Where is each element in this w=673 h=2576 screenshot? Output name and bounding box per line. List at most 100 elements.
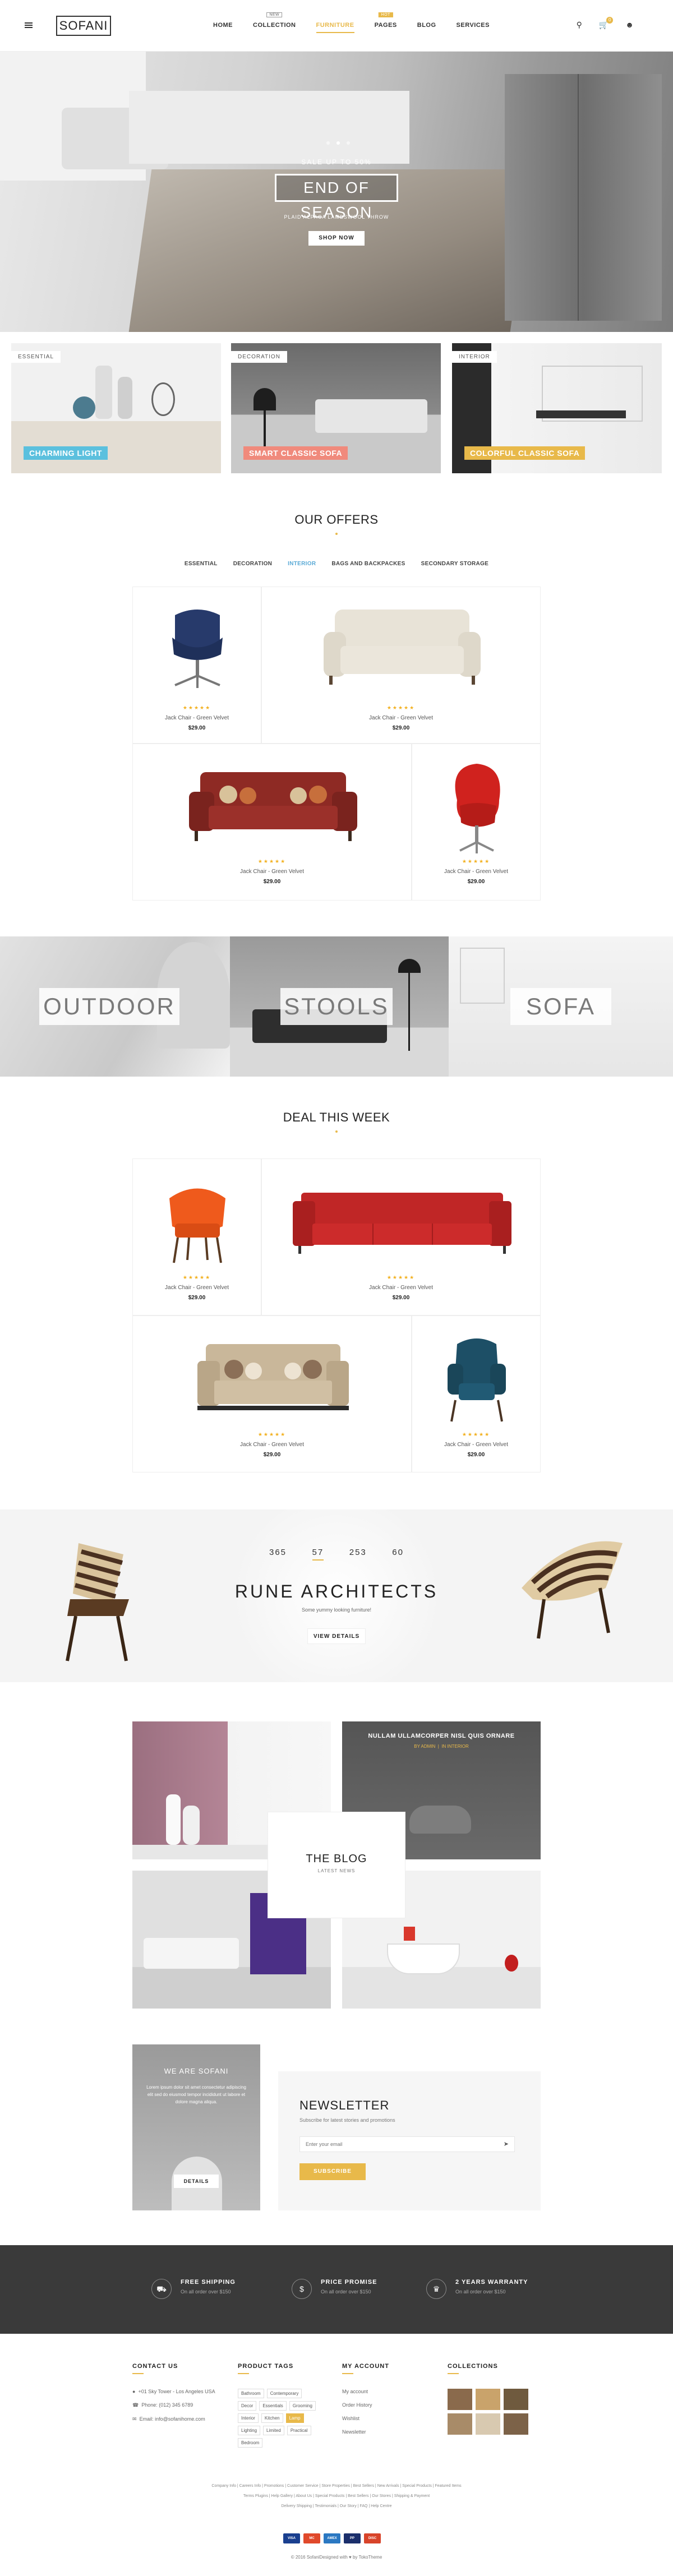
collection-thumb[interactable]	[476, 2389, 500, 2410]
product-price: $29.00	[467, 879, 485, 885]
send-icon[interactable]: ➤	[504, 2140, 509, 2148]
banner-interior[interactable]: INTERIOR COLORFUL CLASSIC SOFA	[452, 343, 662, 473]
site-logo[interactable]: SOFANI	[56, 16, 111, 36]
slider-dot[interactable]	[347, 141, 350, 145]
truck-icon: ⛟	[151, 2279, 172, 2299]
nav-furniture[interactable]: FURNITURE	[316, 22, 354, 33]
account-link[interactable]: Order History	[342, 2402, 389, 2408]
banner-decoration[interactable]: DECORATION SMART CLASSIC SOFA	[231, 343, 441, 473]
collection-thumb[interactable]	[504, 2389, 528, 2410]
about-card: WE ARE SOFANI Lorem ipsum dolor sit amet…	[132, 2044, 260, 2210]
nav-home[interactable]: HOME	[213, 22, 233, 29]
contact-email[interactable]: ✉ Email: info@sofanihome.com	[132, 2416, 215, 2422]
product-name[interactable]: Jack Chair - Green Velvet	[262, 1285, 540, 1291]
footer-heading: CONTACT US	[132, 2363, 215, 2374]
tag-item[interactable]: Grooming	[289, 2401, 316, 2411]
product-name[interactable]: Jack Chair - Green Velvet	[412, 1442, 540, 1448]
nav-pages[interactable]: HOT PAGES	[375, 12, 397, 29]
product-name[interactable]: Jack Chair - Green Velvet	[262, 715, 540, 721]
tag-item[interactable]: Bathroom	[238, 2389, 264, 2398]
collection-thumb[interactable]	[448, 2389, 472, 2410]
promo-subtitle: Some yummy looking furniture!	[301, 1607, 372, 1613]
cream-sofa-image	[324, 610, 481, 685]
tab-storage[interactable]: SECONDARY STORAGE	[421, 561, 489, 567]
tag-item[interactable]: Practical	[287, 2426, 311, 2435]
product-card[interactable]: ★★★★★ Jack Chair - Green Velvet $29.00	[132, 1315, 412, 1472]
rating-stars: ★★★★★	[462, 858, 491, 864]
product-card[interactable]: ★★★★★ Jack Chair - Green Velvet $29.00	[132, 1158, 261, 1315]
collection-thumb[interactable]	[504, 2413, 528, 2435]
newsletter-email-input[interactable]	[300, 2137, 491, 2152]
product-card[interactable]: ★★★★★ Jack Chair - Green Velvet $29.00	[132, 587, 261, 744]
rating-stars: ★★★★★	[257, 1432, 287, 1437]
product-card[interactable]: ★★★★★ Jack Chair - Green Velvet $29.00	[412, 1315, 541, 1472]
tag-item[interactable]: Lighting	[238, 2426, 261, 2435]
tag-item[interactable]: Essentials	[259, 2401, 287, 2411]
nav-collection[interactable]: NEW COLLECTION	[253, 12, 296, 29]
tag-item[interactable]: Decor	[238, 2401, 257, 2411]
tag-item[interactable]: Interior	[238, 2413, 259, 2423]
tab-decoration[interactable]: DECORATION	[233, 561, 272, 567]
footer-links: Company Info | Careers Info | Promotions…	[168, 2481, 505, 2512]
banner-essential[interactable]: ESSENTIAL CHARMING LIGHT	[11, 343, 221, 473]
contact-address: ● +01 Sky Tower - Los Angeles USA	[132, 2389, 215, 2394]
product-name[interactable]: Jack Chair - Green Velvet	[412, 869, 540, 875]
collection-thumb[interactable]	[448, 2413, 472, 2435]
shop-now-button[interactable]: SHOP NOW	[308, 231, 365, 246]
site-header: SOFANI HOME NEW COLLECTION FURNITURE HOT P…	[0, 0, 673, 52]
countdown: 365 57 253 60	[269, 1548, 404, 1561]
beige-sofa-image	[197, 1344, 349, 1410]
account-link[interactable]: My account	[342, 2389, 389, 2394]
product-name[interactable]: Jack Chair - Green Velvet	[133, 1442, 411, 1448]
cart-icon[interactable]: 🛒 0	[599, 17, 614, 30]
menu-icon[interactable]	[25, 22, 33, 28]
collection-thumb[interactable]	[476, 2413, 500, 2435]
product-card[interactable]: ★★★★★ Jack Chair - Green Velvet $29.00	[412, 744, 541, 901]
product-card[interactable]: ★★★★★ Jack Chair - Green Velvet $29.00	[261, 587, 541, 744]
about-details-button[interactable]: DETAILS	[174, 2175, 219, 2188]
copyright: © 2016 SofaniDesigned with ♥ by TokoThem…	[291, 2555, 382, 2560]
product-card[interactable]: ★★★★★ Jack Chair - Green Velvet $29.00	[261, 1158, 541, 1315]
nav-services[interactable]: SERVICES	[457, 22, 490, 29]
lamp-illustration	[398, 959, 421, 973]
product-card[interactable]: ★★★★★ Jack Chair - Green Velvet $29.00	[132, 744, 412, 901]
slider-dot[interactable]	[326, 141, 330, 145]
footer-heading: PRODUCT TAGS	[238, 2363, 319, 2374]
category-sofa[interactable]: SOFA	[449, 936, 673, 1077]
footer-link-row[interactable]: Terms Plugins | Help Gallery | About Us …	[168, 2491, 505, 2501]
tab-essential[interactable]: ESSENTIAL	[185, 561, 218, 567]
phone-icon: ☎	[132, 2402, 139, 2408]
account-link[interactable]: Newsletter	[342, 2429, 389, 2435]
product-name[interactable]: Jack Chair - Green Velvet	[133, 869, 411, 875]
tab-interior[interactable]: INTERIOR	[288, 561, 316, 567]
hero-caption: PLAID ALPACA LAMBSWOOL THROW	[284, 214, 389, 220]
user-icon[interactable]: ☻	[625, 20, 634, 30]
deal-title: DEAL THIS WEEK	[283, 1110, 390, 1124]
nav-blog[interactable]: BLOG	[417, 22, 436, 29]
tag-item[interactable]: Bedroom	[238, 2438, 263, 2448]
tag-item[interactable]: Limited	[263, 2426, 284, 2435]
product-name[interactable]: Jack Chair - Green Velvet	[133, 715, 261, 721]
newsletter-email-field[interactable]: ➤	[299, 2136, 515, 2152]
slider-dot[interactable]	[336, 141, 340, 145]
view-details-button[interactable]: VIEW DETAILS	[307, 1628, 366, 1644]
category-stools[interactable]: STOOLS	[230, 936, 449, 1077]
product-name[interactable]: Jack Chair - Green Velvet	[133, 1285, 261, 1291]
tag-item[interactable]: Lamp	[285, 2413, 304, 2423]
offers-title: OUR OFFERS	[294, 513, 379, 527]
search-icon[interactable]: ⚲	[577, 20, 582, 30]
blog-post-title[interactable]: NULLAM ULLAMCORPER NISL QUIS ORNARE	[342, 1733, 541, 1739]
tag-item[interactable]: Kitchen	[261, 2413, 283, 2423]
footer-link-row[interactable]: Delivery Shipping | Testimonials | Our S…	[168, 2501, 505, 2512]
category-outdoor[interactable]: OUTDOOR	[0, 936, 230, 1077]
feature-title: FREE SHIPPING	[181, 2279, 236, 2286]
newsletter-title: NEWSLETTER	[299, 2098, 390, 2112]
account-link[interactable]: Wishlist	[342, 2416, 389, 2421]
footer-link-row[interactable]: Company Info | Careers Info | Promotions…	[168, 2481, 505, 2491]
title-dot	[335, 533, 338, 535]
tag-item[interactable]: Contemporary	[266, 2389, 302, 2398]
tab-bags[interactable]: BAGS AND BACKPACKES	[331, 561, 405, 567]
subscribe-button[interactable]: SUBSCRIBE	[299, 2163, 366, 2180]
about-text: Lorem ipsum dolor sit amet consectetur a…	[146, 2085, 246, 2104]
category-label: STOOLS	[280, 988, 393, 1025]
